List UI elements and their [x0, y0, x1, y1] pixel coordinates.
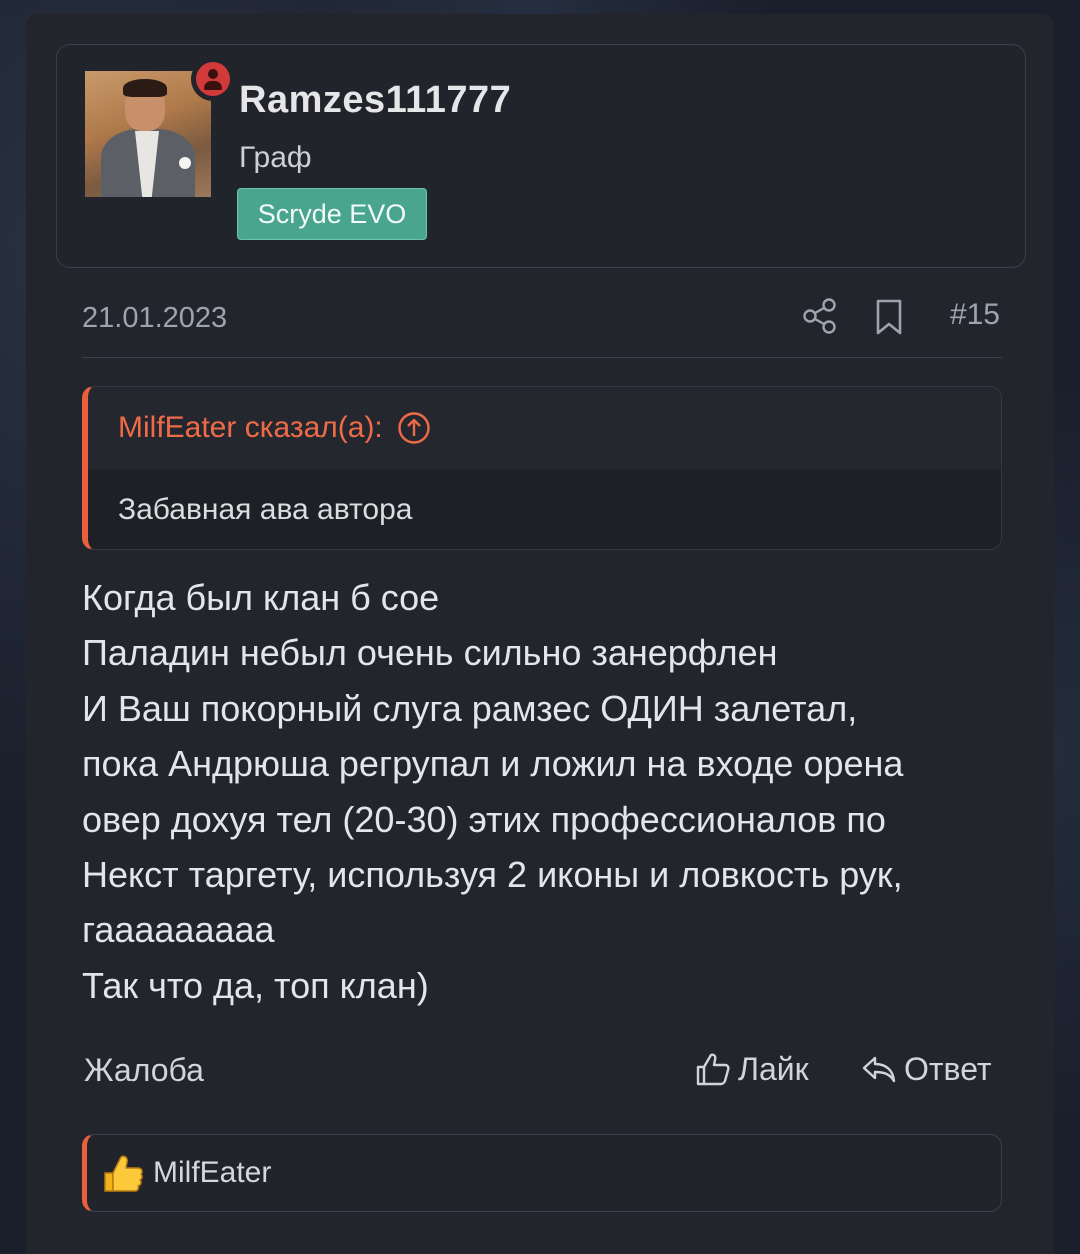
quote-text: Забавная ава автора [88, 469, 1001, 549]
like-label: Лайк [738, 1050, 809, 1087]
message-line: И Ваш покорный слуга рамзес ОДИН залетал… [82, 687, 858, 729]
message-line: гааааааааа [82, 909, 275, 951]
message-line: пока Андрюша регрупал и ложил на входе о… [82, 743, 904, 785]
share-icon[interactable] [802, 296, 838, 336]
post-meta: 21.01.2023 #15 [82, 294, 1002, 358]
reply-button[interactable]: Ответ [860, 1050, 992, 1088]
user-badge: Scryde EVO [237, 188, 427, 240]
reply-icon [862, 1056, 896, 1083]
author-card: Ramzes111777 Граф Scryde EVO [56, 44, 1026, 268]
post-number[interactable]: #15 [950, 298, 1000, 332]
bookmark-icon[interactable] [874, 298, 904, 336]
message-line: Паладин небыл очень сильно занерфлен [82, 632, 778, 674]
thumbs-up-emoji-icon [104, 1155, 143, 1192]
like-button[interactable]: Лайк [694, 1050, 809, 1088]
post-card: Ramzes111777 Граф Scryde EVO 21.01.2023 … [26, 14, 1054, 1254]
avatar[interactable] [85, 71, 211, 197]
reaction-user[interactable]: MilfEater [153, 1156, 271, 1190]
message-body: Когда был клан б сое Паладин небыл очень… [82, 570, 1022, 1013]
message-line: овер дохуя тел (20-30) этих профессионал… [82, 798, 886, 840]
message-line: Некст таргету, используя 2 иконы и ловко… [82, 854, 903, 896]
user-title: Граф [239, 141, 312, 174]
post-date[interactable]: 21.01.2023 [82, 302, 227, 335]
arrow-up-circle-icon[interactable] [397, 411, 431, 445]
message-line: Когда был клан б сое [82, 577, 440, 618]
offline-status-icon [191, 57, 235, 101]
thumbs-up-icon [696, 1053, 730, 1086]
message-line: Так что да, топ клан) [82, 964, 429, 1006]
reply-label: Ответ [904, 1050, 992, 1087]
quote-header: MilfEater сказал(а): [88, 387, 1001, 469]
reactions-bar: MilfEater [82, 1134, 1002, 1212]
report-button[interactable]: Жалоба [84, 1052, 204, 1089]
quote-author[interactable]: MilfEater сказал(а): [118, 411, 383, 445]
quote-block: MilfEater сказал(а): Забавная ава автора [82, 386, 1002, 550]
post-actions: Жалоба Лайк Ответ [82, 1046, 1002, 1096]
username[interactable]: Ramzes111777 [239, 79, 511, 122]
